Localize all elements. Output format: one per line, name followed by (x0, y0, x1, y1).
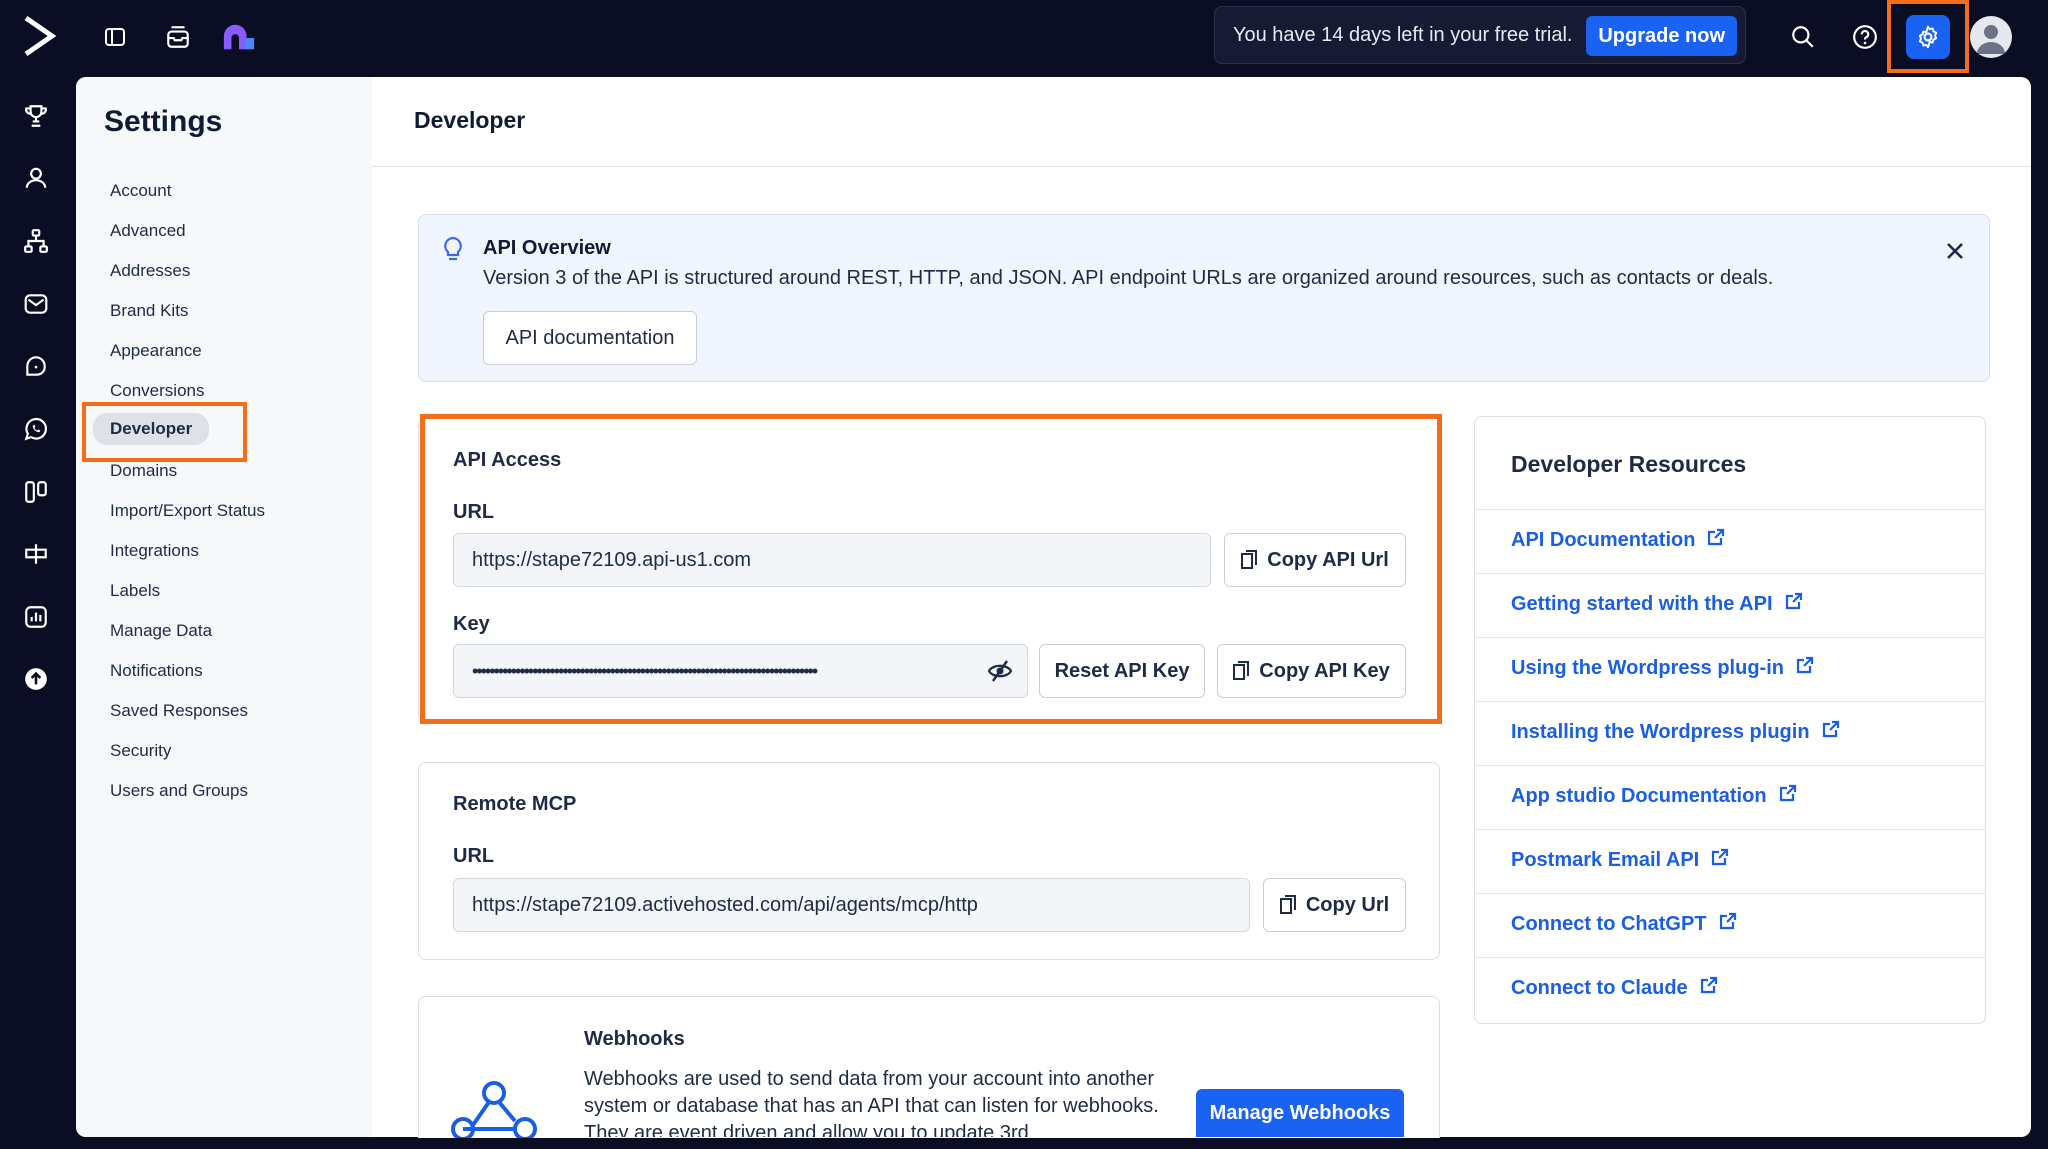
resource-link[interactable]: App studio Documentation (1511, 784, 1797, 808)
remote-mcp-title: Remote MCP (453, 793, 577, 815)
lightbulb-icon (441, 235, 465, 270)
external-link-icon (1822, 720, 1840, 744)
email-icon[interactable] (18, 286, 54, 322)
external-link-icon (1700, 976, 1718, 1000)
manage-webhooks-button[interactable]: Manage Webhooks (1196, 1089, 1404, 1137)
close-icon[interactable] (1945, 241, 1965, 266)
settings-nav-item-security[interactable]: Security (110, 737, 171, 765)
external-link-icon (1785, 592, 1803, 616)
resource-row: API Documentation (1475, 509, 1985, 573)
contacts-icon[interactable] (18, 160, 54, 196)
settings-sidebar: Settings Account Advanced Addresses Brand K… (76, 77, 372, 1137)
external-link-icon (1707, 528, 1725, 552)
trial-text: You have 14 days left in your free trial… (1233, 23, 1573, 46)
pipelines-icon[interactable] (18, 474, 54, 510)
sidebar-toggle-icon[interactable] (98, 20, 132, 54)
settings-nav-item-labels[interactable]: Labels (110, 577, 160, 605)
settings-nav-item-notifications[interactable]: Notifications (110, 657, 203, 685)
resource-row: Using the Wordpress plug-in (1475, 637, 1985, 701)
upgrade-icon[interactable] (18, 661, 54, 697)
settings-nav-item-appearance[interactable]: Appearance (110, 337, 202, 365)
settings-nav-item-conversions[interactable]: Conversions (110, 377, 205, 405)
resource-link-label: Connect to ChatGPT (1511, 912, 1707, 935)
whatsapp-icon[interactable] (18, 411, 54, 447)
page-header: Developer (372, 77, 2031, 167)
api-documentation-button[interactable]: API documentation (483, 311, 697, 365)
api-access-highlight (420, 414, 1442, 724)
resource-link-label: App studio Documentation (1511, 784, 1767, 807)
resource-link[interactable]: Connect to ChatGPT (1511, 912, 1737, 936)
apps-icon[interactable] (222, 20, 256, 54)
inbox-icon[interactable] (161, 20, 195, 54)
external-link-icon (1779, 784, 1797, 808)
settings-nav-item-addresses[interactable]: Addresses (110, 257, 190, 285)
resource-link[interactable]: Installing the Wordpress plugin (1511, 720, 1840, 744)
resource-link-label: Using the Wordpress plug-in (1511, 656, 1784, 679)
settings-title: Settings (104, 105, 223, 138)
resource-link-label: API Documentation (1511, 528, 1696, 551)
webhooks-title: Webhooks (584, 1028, 685, 1050)
resource-link-label: Postmark Email API (1511, 848, 1700, 871)
upgrade-button[interactable]: Upgrade now (1586, 16, 1737, 56)
site-icon[interactable] (18, 536, 54, 572)
developer-highlight (82, 402, 247, 462)
trial-banner: You have 14 days left in your free trial… (1214, 6, 1746, 64)
webhooks-body: Webhooks are used to send data from your… (584, 1068, 1159, 1137)
resource-link[interactable]: API Documentation (1511, 528, 1725, 552)
conversations-icon[interactable] (18, 348, 54, 384)
automations-icon[interactable] (18, 223, 54, 259)
resource-row: Getting started with the API (1475, 573, 1985, 637)
remote-mcp-card: Remote MCP URL https://stape72109.active… (418, 762, 1440, 960)
settings-nav-item-account[interactable]: Account (110, 177, 171, 205)
resource-row: App studio Documentation (1475, 765, 1985, 829)
resource-link[interactable]: Postmark Email API (1511, 848, 1729, 872)
settings-nav-item-saved-responses[interactable]: Saved Responses (110, 697, 248, 725)
settings-nav-item-integrations[interactable]: Integrations (110, 537, 199, 565)
copy-url-label: Copy Url (1305, 893, 1390, 916)
gear-icon[interactable] (1906, 14, 1950, 59)
copy-icon (1279, 895, 1296, 914)
developer-resources-card: Developer Resources API Documentation Get… (1474, 416, 1986, 1024)
settings-nav-item-brand-kits[interactable]: Brand Kits (110, 297, 188, 325)
page-title: Developer (414, 107, 526, 133)
resource-link[interactable]: Getting started with the API (1511, 592, 1803, 616)
settings-nav-item-users-and-groups[interactable]: Users and Groups (110, 777, 248, 805)
search-icon[interactable] (1786, 20, 1820, 54)
settings-nav-item-manage-data[interactable]: Manage Data (110, 617, 212, 645)
help-icon[interactable] (1848, 20, 1882, 54)
external-link-icon (1796, 656, 1814, 680)
resource-link-label: Getting started with the API (1511, 592, 1773, 615)
resource-row: Connect to Claude (1475, 957, 1985, 1021)
mcp-url-field[interactable]: https://stape72109.activehosted.com/api/… (453, 878, 1250, 932)
api-overview-title: API Overview (483, 237, 611, 259)
webhooks-body-clip: Webhooks are used to send data from your… (584, 1066, 1174, 1137)
api-overview-body: Version 3 of the API is structured aroun… (483, 267, 1774, 289)
developer-resources-title: Developer Resources (1511, 451, 1747, 477)
copy-url-button[interactable]: Copy Url (1263, 878, 1406, 932)
resource-link[interactable]: Using the Wordpress plug-in (1511, 656, 1814, 680)
resource-link-label: Connect to Claude (1511, 976, 1688, 999)
settings-highlight (1887, 0, 1969, 73)
trophy-icon[interactable] (18, 98, 54, 134)
settings-nav-item-import-export-status[interactable]: Import/Export Status (110, 497, 265, 525)
top-bar: You have 14 days left in your free trial… (0, 0, 2048, 76)
avatar[interactable] (1970, 16, 2012, 58)
resource-row: Connect to ChatGPT (1475, 893, 1985, 957)
reports-icon[interactable] (18, 599, 54, 635)
resource-row: Postmark Email API (1475, 829, 1985, 893)
mcp-url-label: URL (453, 845, 495, 867)
api-overview-banner: API Overview Version 3 of the API is str… (418, 214, 1990, 382)
external-link-icon (1719, 912, 1737, 936)
resource-link[interactable]: Connect to Claude (1511, 976, 1718, 1000)
resource-link-label: Installing the Wordpress plugin (1511, 720, 1810, 743)
external-link-icon (1711, 848, 1729, 872)
webhook-icon (449, 1071, 539, 1138)
resource-row: Installing the Wordpress plugin (1475, 701, 1985, 765)
settings-nav-item-advanced[interactable]: Advanced (110, 217, 186, 245)
app-logo[interactable] (22, 14, 57, 58)
